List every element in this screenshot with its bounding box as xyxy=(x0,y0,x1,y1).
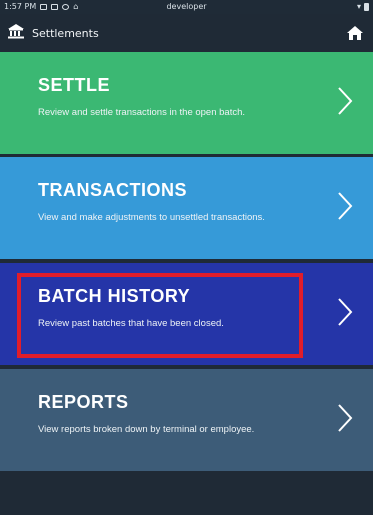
notification-icon xyxy=(40,4,48,10)
settle-tile[interactable]: SETTLE Review and settle transactions in… xyxy=(0,52,373,154)
selection-highlight xyxy=(17,273,303,358)
home-button[interactable] xyxy=(344,22,366,44)
chevron-right-icon xyxy=(338,192,353,220)
home-icon xyxy=(347,26,363,40)
chevron-right-icon xyxy=(338,298,353,326)
status-time: 1:57 PM xyxy=(4,2,37,11)
chevron-right-icon xyxy=(338,404,353,432)
status-bar: 1:57 PM ⌂ developer ▾ xyxy=(0,0,373,14)
signal-icon: ▾ xyxy=(356,2,361,11)
app-header: Settlements xyxy=(0,14,373,52)
transactions-description: View and make adjustments to unsettled t… xyxy=(38,212,265,223)
transactions-heading: TRANSACTIONS xyxy=(38,180,187,200)
reports-tile[interactable]: REPORTS View reports broken down by term… xyxy=(0,369,373,471)
battery-icon xyxy=(364,3,369,11)
chevron-right-icon xyxy=(338,87,353,115)
bank-icon xyxy=(7,23,25,43)
page-title: Settlements xyxy=(32,26,99,40)
transactions-tile[interactable]: TRANSACTIONS View and make adjustments t… xyxy=(0,157,373,259)
status-right: ▾ xyxy=(357,0,369,14)
settle-description: Review and settle transactions in the op… xyxy=(38,107,246,118)
sync-icon xyxy=(62,4,70,10)
reports-description: View reports broken down by terminal or … xyxy=(38,424,255,435)
settle-heading: SETTLE xyxy=(38,75,111,95)
status-left: 1:57 PM ⌂ xyxy=(4,0,78,14)
screen-icon xyxy=(51,4,59,10)
reports-heading: REPORTS xyxy=(38,392,129,412)
house-small-icon: ⌂ xyxy=(73,2,79,11)
